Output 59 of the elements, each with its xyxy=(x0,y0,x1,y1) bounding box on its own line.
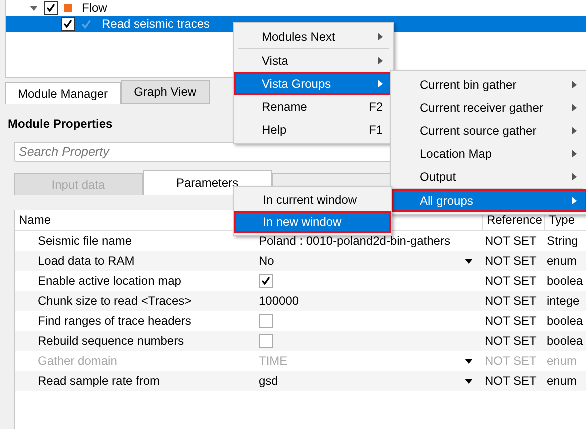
check-icon xyxy=(81,18,92,30)
type-value: enum xyxy=(546,374,578,388)
property-name: Chunk size to read <Traces> xyxy=(37,294,193,308)
menu-item[interactable]: Location Map xyxy=(391,142,586,165)
panel-title: Module Properties xyxy=(8,117,113,133)
shortcut-label: F2 xyxy=(368,100,383,114)
tree-label: Read seismic traces xyxy=(102,17,210,31)
checkbox[interactable] xyxy=(259,314,273,328)
square-icon xyxy=(64,4,72,12)
menu-item[interactable]: Current source gather xyxy=(391,119,586,142)
property-name: Enable active location map xyxy=(37,274,182,288)
tree-label: Flow xyxy=(82,1,108,15)
type-value: boolea xyxy=(546,334,584,348)
reference-value: NOT SET xyxy=(484,234,538,248)
property-name: Load data to RAM xyxy=(37,254,136,268)
tree-item[interactable]: Flow xyxy=(6,0,586,16)
type-value: intege xyxy=(546,294,581,308)
tab[interactable]: Graph View xyxy=(121,80,210,104)
checkbox[interactable] xyxy=(259,334,273,348)
menu-item[interactable]: Output xyxy=(391,165,586,188)
dropdown-arrow-icon[interactable] xyxy=(465,258,473,264)
property-name: Rebuild sequence numbers xyxy=(37,334,186,348)
tab[interactable]: Module Manager xyxy=(5,82,122,104)
menu-item[interactable]: Modules Next xyxy=(234,25,393,48)
property-name: Seismic file name xyxy=(37,234,134,248)
reference-value: NOT SET xyxy=(484,254,538,268)
reference-value: NOT SET xyxy=(484,274,538,288)
property-value: TIME xyxy=(259,354,288,368)
menu-item[interactable]: Vista xyxy=(234,49,393,72)
type-value: String xyxy=(546,234,580,248)
shortcut-label: F1 xyxy=(368,122,383,136)
reference-value: NOT SET xyxy=(484,374,538,388)
type-value: enum xyxy=(546,254,578,268)
menu-item[interactable]: Rename F2 xyxy=(234,95,393,118)
type-value: boolea xyxy=(546,274,584,288)
menu-item[interactable]: Current bin gather xyxy=(391,73,586,96)
menu-item[interactable]: In new window xyxy=(234,211,391,233)
type-value: boolea xyxy=(546,314,584,328)
dropdown-arrow-icon[interactable] xyxy=(465,378,473,384)
property-value: gsd xyxy=(259,374,278,388)
reference-value: NOT SET xyxy=(484,334,538,348)
type-value: enum xyxy=(546,354,578,368)
check-icon xyxy=(261,276,271,286)
menu-item[interactable]: Current receiver gather xyxy=(391,96,586,119)
property-name: Gather domain xyxy=(37,354,118,368)
menu-item[interactable]: All groups xyxy=(391,189,586,212)
menu-item[interactable]: Vista Groups xyxy=(234,72,393,95)
property-name: Read sample rate from xyxy=(37,374,162,388)
tree-checkbox[interactable] xyxy=(44,1,58,15)
property-value: 100000 xyxy=(259,294,300,308)
reference-value: NOT SET xyxy=(484,314,538,328)
property-value: Poland : 0010-poland2d-bin-gathers xyxy=(259,234,450,248)
reference-value: NOT SET xyxy=(484,354,538,368)
reference-value: NOT SET xyxy=(484,294,538,308)
tree-checkbox[interactable] xyxy=(61,17,75,31)
property-value: No xyxy=(259,254,274,268)
menu-item[interactable]: Help F1 xyxy=(234,118,393,141)
checkbox[interactable] xyxy=(259,274,273,288)
property-name: Find ranges of trace headers xyxy=(37,314,192,328)
